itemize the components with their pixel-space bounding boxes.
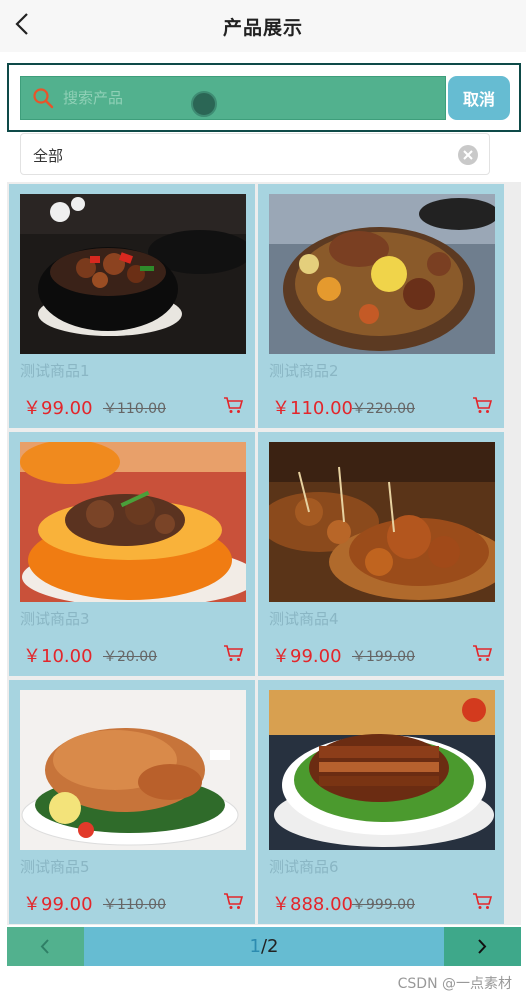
page-indicator: 1/2: [84, 927, 444, 966]
product-name: 测试商品2: [269, 362, 339, 380]
search-bar: 取消: [7, 63, 521, 132]
product-price: ￥99.00: [23, 894, 93, 915]
product-price: ￥99.00: [272, 646, 342, 667]
product-card[interactable]: 测试商品2 ￥110.00 ￥220.00: [258, 184, 504, 428]
product-image: [20, 194, 246, 354]
product-card[interactable]: 测试商品6 ￥888.00 ￥999.00: [258, 680, 504, 924]
product-name: 测试商品3: [20, 610, 90, 628]
close-circle-icon[interactable]: [457, 144, 479, 166]
product-original-price: ￥199.00: [352, 649, 415, 665]
product-name: 测试商品1: [20, 362, 90, 380]
product-image: [269, 442, 495, 602]
product-name: 测试商品6: [269, 858, 339, 876]
touch-indicator: [191, 91, 217, 117]
search-input[interactable]: [63, 77, 383, 119]
product-image: [20, 690, 246, 850]
product-card[interactable]: 测试商品5 ￥99.00 ￥110.00: [9, 680, 255, 924]
product-price: ￥110.00: [272, 398, 353, 419]
chevron-right-icon: [478, 939, 487, 954]
product-original-price: ￥110.00: [103, 401, 166, 417]
product-image: [269, 194, 495, 354]
cart-icon[interactable]: [472, 644, 492, 662]
cart-icon[interactable]: [223, 892, 243, 910]
total-pages: 2: [267, 936, 279, 957]
search-field[interactable]: [20, 76, 446, 120]
cart-icon[interactable]: [472, 396, 492, 414]
product-name: 测试商品4: [269, 610, 339, 628]
product-card[interactable]: 测试商品4 ￥99.00 ￥199.00: [258, 432, 504, 676]
prev-page-button[interactable]: [7, 927, 84, 966]
pagination: 1/2: [7, 927, 521, 966]
search-icon: [33, 88, 54, 109]
watermark: CSDN @一点素材: [397, 976, 512, 992]
cart-icon[interactable]: [223, 396, 243, 414]
product-image: [269, 690, 495, 850]
page-title: 产品展示: [222, 17, 303, 39]
product-original-price: ￥20.00: [103, 649, 158, 665]
cart-icon[interactable]: [223, 644, 243, 662]
product-original-price: ￥999.00: [352, 897, 415, 913]
category-filter[interactable]: 全部: [20, 133, 490, 175]
header-bar: 产品展示: [0, 0, 526, 52]
product-card[interactable]: 测试商品1 ￥99.00 ￥110.00: [9, 184, 255, 428]
cart-icon[interactable]: [472, 892, 492, 910]
product-card[interactable]: 测试商品3 ￥10.00 ￥20.00: [9, 432, 255, 676]
cancel-button[interactable]: 取消: [448, 76, 510, 120]
next-page-button[interactable]: [444, 927, 521, 966]
product-grid: 测试商品1 ￥99.00 ￥110.00 测试商品2 ￥110.00 ￥220.…: [7, 182, 521, 925]
product-price: ￥10.00: [23, 646, 93, 667]
current-page: 1: [249, 936, 261, 957]
product-original-price: ￥220.00: [352, 401, 415, 417]
product-original-price: ￥110.00: [103, 897, 166, 913]
filter-value: 全部: [33, 147, 64, 165]
product-image: [20, 442, 246, 602]
product-name: 测试商品5: [20, 858, 90, 876]
chevron-left-icon: [40, 939, 49, 954]
product-price: ￥888.00: [272, 894, 353, 915]
product-price: ￥99.00: [23, 398, 93, 419]
